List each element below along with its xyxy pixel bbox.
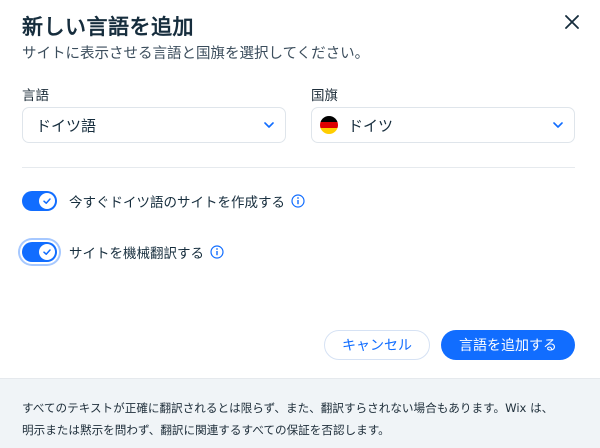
add-language-button[interactable]: 言語を追加する	[441, 330, 575, 360]
close-icon	[565, 15, 579, 29]
disclaimer-line-1: すべてのテキストが正確に翻訳されるとは限らず、また、翻訳すらされない場合もありま…	[22, 401, 554, 415]
flag-field-label: 国旗	[311, 88, 338, 104]
info-icon[interactable]	[291, 194, 305, 208]
chevron-down-icon	[553, 122, 563, 128]
dialog-title: 新しい言語を追加	[22, 15, 194, 39]
toggle-knob	[39, 193, 55, 209]
toggle-knob	[39, 244, 55, 260]
disclaimer-text: すべてのテキストが正確に翻訳されるとは限らず、また、翻訳すらされない場合もありま…	[22, 397, 582, 441]
cancel-button[interactable]: キャンセル	[324, 330, 430, 360]
machine-translate-toggle[interactable]	[22, 242, 57, 262]
add-language-dialog: 新しい言語を追加 サイトに表示させる言語と国旗を選択してください。 言語 ドイツ…	[0, 0, 600, 448]
checkmark-icon	[43, 249, 51, 255]
language-select-value: ドイツ語	[36, 116, 97, 135]
create-site-toggle-label: 今すぐドイツ語のサイトを作成する	[69, 195, 285, 211]
create-site-toggle-row: 今すぐドイツ語のサイトを作成する	[22, 191, 305, 211]
chevron-down-icon	[264, 122, 274, 128]
machine-translate-toggle-label: サイトを機械翻訳する	[69, 246, 204, 262]
language-field-label: 言語	[22, 88, 49, 104]
close-button[interactable]	[560, 10, 584, 34]
disclaimer-line-2: 明示または黙示を問わず、翻訳に関連するすべての保証を否認します。	[22, 423, 390, 437]
flag-select-value: ドイツ	[348, 116, 394, 135]
language-select[interactable]: ドイツ語	[22, 107, 286, 143]
info-icon[interactable]	[210, 245, 224, 259]
machine-translate-toggle-row: サイトを機械翻訳する	[22, 242, 224, 262]
dialog-subtitle: サイトに表示させる言語と国旗を選択してください。	[22, 46, 370, 62]
disclaimer-footer: すべてのテキストが正確に翻訳されるとは限らず、また、翻訳すらされない場合もありま…	[0, 378, 600, 448]
checkmark-icon	[43, 198, 51, 204]
create-site-toggle[interactable]	[22, 191, 57, 211]
divider	[22, 167, 575, 168]
flag-select[interactable]: ドイツ	[311, 107, 575, 143]
germany-flag-icon	[320, 116, 338, 134]
